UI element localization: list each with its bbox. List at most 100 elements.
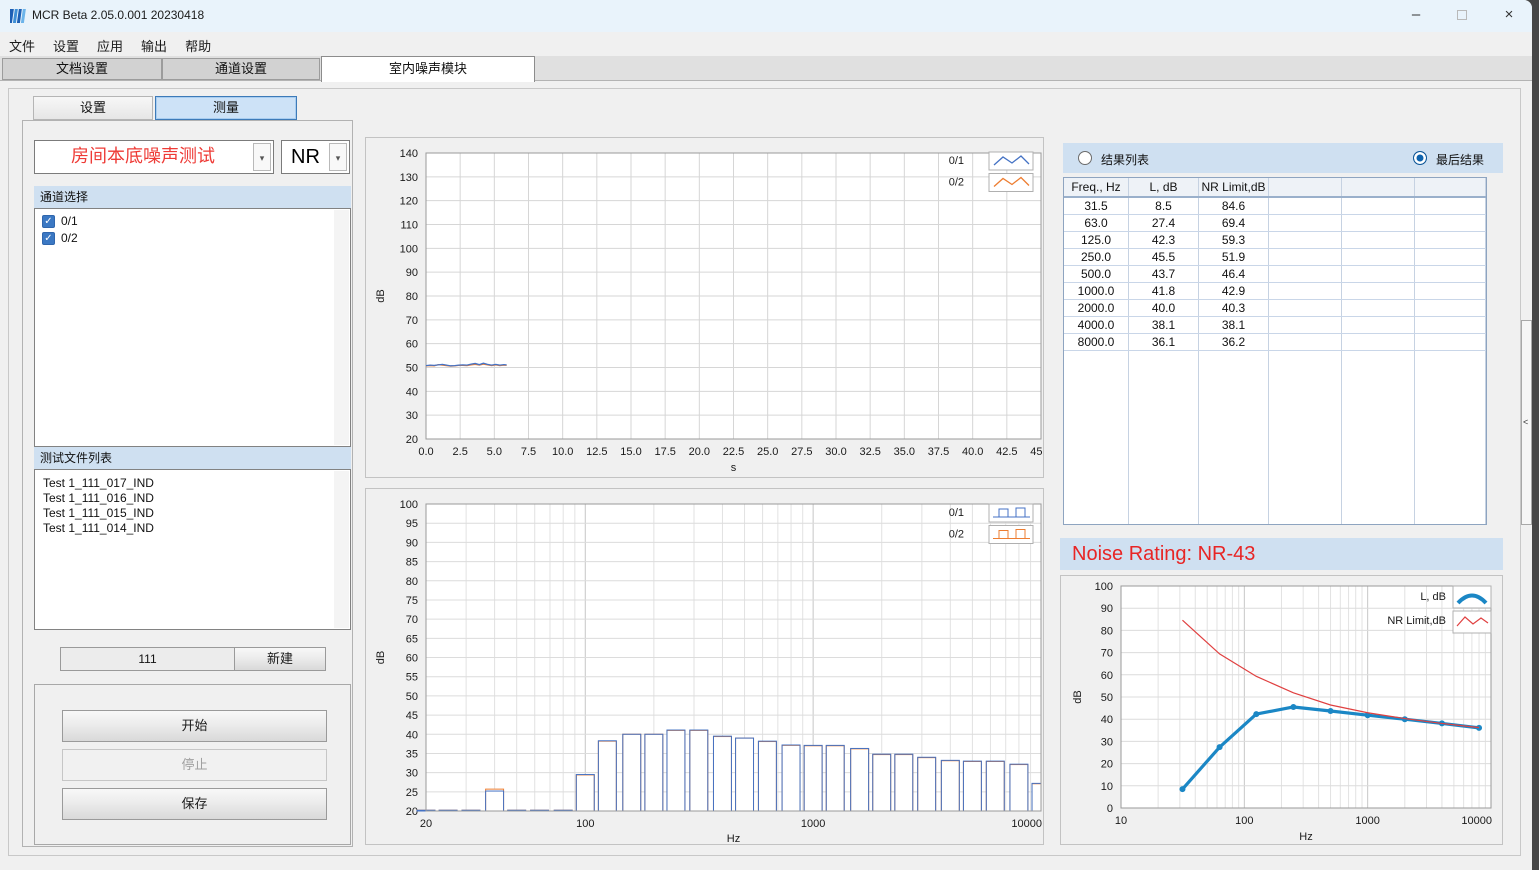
result-list-radio[interactable]	[1078, 151, 1092, 165]
svg-text:45.0: 45.0	[1030, 446, 1043, 458]
table-cell: 59.3	[1199, 232, 1269, 248]
table-cell: 500.0	[1064, 266, 1129, 282]
svg-text:95: 95	[406, 518, 418, 530]
svg-text:140: 140	[400, 148, 418, 160]
test-file-item-1[interactable]: Test 1_111_016_IND	[35, 491, 350, 506]
panel-collapse-splitter[interactable]: <	[1521, 320, 1532, 525]
menu-item-0[interactable]: 文件	[0, 32, 44, 55]
table-cell: 51.9	[1199, 249, 1269, 265]
table-row-7[interactable]: 4000.038.138.1	[1064, 317, 1486, 334]
table-cell	[1269, 249, 1342, 265]
sub-tab-0[interactable]: 设置	[33, 96, 153, 120]
svg-text:35: 35	[406, 748, 418, 760]
svg-text:10.0: 10.0	[552, 446, 573, 458]
table-row-6[interactable]: 2000.040.040.3	[1064, 300, 1486, 317]
test-file-list[interactable]: Test 1_111_017_INDTest 1_111_016_INDTest…	[34, 469, 351, 630]
svg-text:27.5: 27.5	[791, 446, 812, 458]
table-cell: 40.3	[1199, 300, 1269, 316]
chevron-down-icon[interactable]: ▾	[329, 143, 347, 171]
table-cell: 27.4	[1129, 215, 1199, 231]
close-button[interactable]: ×	[1486, 0, 1532, 32]
test-file-item-0[interactable]: Test 1_111_017_IND	[35, 476, 350, 491]
channel-item-1[interactable]: ✓0/2	[35, 230, 350, 247]
table-cell: 250.0	[1064, 249, 1129, 265]
svg-text:5.0: 5.0	[487, 446, 502, 458]
table-cell: L, dB	[1129, 178, 1199, 196]
checkbox-icon[interactable]: ✓	[42, 215, 55, 228]
table-cell	[1415, 215, 1486, 231]
svg-text:dB: dB	[1072, 690, 1084, 703]
chevron-down-icon[interactable]: ▾	[253, 143, 271, 171]
table-cell: 36.2	[1199, 334, 1269, 350]
table-cell	[1269, 351, 1342, 524]
menu-item-4[interactable]: 帮助	[176, 32, 220, 55]
table-row-4[interactable]: 500.043.746.4	[1064, 266, 1486, 283]
table-cell	[1342, 334, 1415, 350]
channel-label: 0/1	[61, 214, 78, 228]
svg-text:80: 80	[406, 291, 418, 303]
start-button[interactable]: 开始	[62, 710, 327, 742]
test-file-item-3[interactable]: Test 1_111_014_IND	[35, 521, 350, 536]
sub-tab-1[interactable]: 测量	[155, 96, 297, 120]
svg-text:0/1: 0/1	[949, 155, 964, 167]
test-name-input[interactable]: 111	[60, 647, 235, 671]
svg-text:0: 0	[1107, 803, 1113, 815]
table-cell	[1415, 334, 1486, 350]
save-button[interactable]: 保存	[62, 788, 327, 820]
menu-item-1[interactable]: 设置	[44, 32, 88, 55]
checkbox-icon[interactable]: ✓	[42, 232, 55, 245]
svg-text:100: 100	[1235, 815, 1253, 827]
table-cell: 84.6	[1199, 198, 1269, 214]
channel-item-0[interactable]: ✓ 0/1	[35, 213, 350, 230]
minimize-button[interactable]: –	[1393, 0, 1439, 32]
test-file-item-2[interactable]: Test 1_111_015_IND	[35, 506, 350, 521]
table-cell	[1342, 215, 1415, 231]
svg-text:22.5: 22.5	[723, 446, 744, 458]
main-tab-1[interactable]: 通道设置	[162, 58, 320, 80]
test-name-combobox[interactable]: 房间本底噪声测试 ▾	[34, 140, 274, 174]
channel-list[interactable]: ✓ 0/1 ✓0/2	[34, 208, 351, 447]
table-row-3[interactable]: 250.045.551.9	[1064, 249, 1486, 266]
svg-text:32.5: 32.5	[859, 446, 880, 458]
svg-text:0/2: 0/2	[949, 177, 964, 189]
table-row-0[interactable]: 31.58.584.6	[1064, 198, 1486, 215]
table-cell	[1415, 198, 1486, 214]
rating-type-combobox[interactable]: NR ▾	[281, 140, 350, 174]
svg-text:35.0: 35.0	[894, 446, 915, 458]
table-cell	[1064, 351, 1129, 524]
svg-text:90: 90	[1101, 603, 1113, 615]
table-cell: 46.4	[1199, 266, 1269, 282]
svg-text:2.5: 2.5	[453, 446, 468, 458]
svg-text:20: 20	[1101, 759, 1113, 771]
svg-text:s: s	[731, 462, 737, 474]
svg-text:110: 110	[400, 220, 418, 232]
table-row-2[interactable]: 125.042.359.3	[1064, 232, 1486, 249]
result-list-label: 结果列表	[1101, 151, 1149, 168]
main-tab-0[interactable]: 文档设置	[2, 58, 162, 80]
table-cell: 38.1	[1199, 317, 1269, 333]
table-row-5[interactable]: 1000.041.842.9	[1064, 283, 1486, 300]
test-name-value: 房间本底噪声测试	[35, 141, 251, 173]
table-cell: 4000.0	[1064, 317, 1129, 333]
table-row-1[interactable]: 63.027.469.4	[1064, 215, 1486, 232]
menu-item-3[interactable]: 输出	[132, 32, 176, 55]
table-cell	[1415, 266, 1486, 282]
last-result-radio[interactable]	[1413, 151, 1427, 165]
maximize-button[interactable]	[1439, 0, 1485, 32]
svg-text:10000: 10000	[1461, 815, 1492, 827]
main-tab-2[interactable]: 室内噪声模块	[321, 56, 535, 82]
table-cell: Freq., Hz	[1064, 178, 1129, 196]
table-row-8[interactable]: 8000.036.136.2	[1064, 334, 1486, 351]
svg-text:75: 75	[406, 595, 418, 607]
svg-text:dB: dB	[375, 289, 387, 302]
menu-item-2[interactable]: 应用	[88, 32, 132, 55]
new-button[interactable]: 新建	[234, 647, 326, 671]
svg-text:130: 130	[400, 172, 418, 184]
svg-text:60: 60	[1101, 670, 1113, 682]
svg-text:100: 100	[400, 243, 418, 255]
svg-text:70: 70	[406, 315, 418, 327]
svg-text:0/1: 0/1	[949, 507, 964, 519]
svg-text:30: 30	[1101, 736, 1113, 748]
results-table[interactable]: Freq., HzL, dBNR Limit,dB31.58.584.663.0…	[1063, 177, 1487, 525]
svg-text:42.5: 42.5	[996, 446, 1017, 458]
